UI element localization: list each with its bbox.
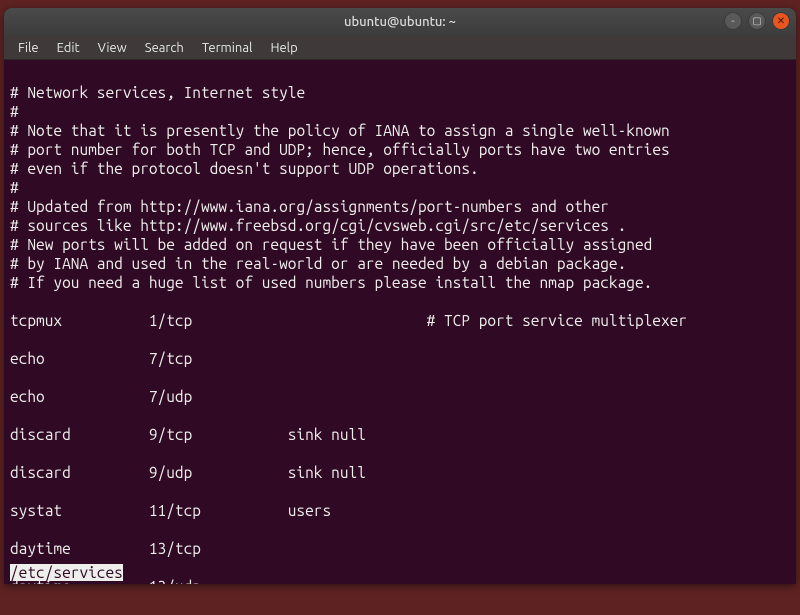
file-line: # Updated from http://www.iana.org/assig… [10,198,609,215]
service-comment: # TCP port service multiplexer [427,312,687,329]
service-row: tcpmux1/tcp # TCP port service multiplexe… [10,311,790,330]
status-filename: /etc/services [10,564,123,581]
menu-terminal[interactable]: Terminal [194,39,261,57]
pager-status: /etc/services [4,563,123,582]
service-port: 7/tcp [149,349,288,368]
file-line: # Network services, Internet style [10,84,305,101]
service-name: systat [10,501,149,520]
menu-edit[interactable]: Edit [49,39,88,57]
service-row: echo7/tcp [10,349,790,368]
maximize-button[interactable]: ▢ [748,12,766,30]
service-row: systat11/tcpusers [10,501,790,520]
service-port: 9/tcp [149,425,288,444]
service-row: echo7/udp [10,387,790,406]
close-icon: ✕ [777,15,785,27]
file-line: # New ports will be added on request if … [10,236,652,253]
file-line: # by IANA and used in the real-world or … [10,255,626,272]
menubar: File Edit View Search Terminal Help [4,36,796,60]
minimize-button[interactable]: ‐ [724,12,742,30]
service-alias: sink null [288,425,427,444]
file-line: # even if the protocol doesn't support U… [10,160,479,177]
menu-search[interactable]: Search [137,39,192,57]
service-port: 11/tcp [149,501,288,520]
file-line: # port number for both TCP and UDP; henc… [10,141,670,158]
file-line: # Note that it is presently the policy o… [10,122,670,139]
file-line: # [10,103,19,120]
maximize-icon: ▢ [752,15,761,27]
menu-help[interactable]: Help [262,39,305,57]
service-alias: users [288,501,427,520]
service-port: 13/tcp [149,539,288,558]
service-port: 9/udp [149,463,288,482]
service-name: daytime [10,539,149,558]
file-line: # sources like http://www.freebsd.org/cg… [10,217,626,234]
menu-file[interactable]: File [10,39,47,57]
titlebar[interactable]: ubuntu@ubuntu: ~ ‐ ▢ ✕ [4,8,796,36]
service-name: tcpmux [10,311,149,330]
service-name: discard [10,425,149,444]
terminal-window: ubuntu@ubuntu: ~ ‐ ▢ ✕ File Edit View Se… [4,8,796,584]
service-row: discard9/udpsink null [10,463,790,482]
menu-view[interactable]: View [90,39,135,57]
minimize-icon: ‐ [731,15,735,27]
window-controls: ‐ ▢ ✕ [724,12,790,30]
service-port: 1/tcp [149,311,288,330]
service-row: daytime13/udp [10,577,790,584]
service-name: discard [10,463,149,482]
file-line: # If you need a huge list of used number… [10,274,652,291]
window-title: ubuntu@ubuntu: ~ [344,15,456,29]
file-line: # [10,179,19,196]
close-button[interactable]: ✕ [772,12,790,30]
terminal-area[interactable]: # Network services, Internet style # # N… [4,60,796,584]
service-name: echo [10,349,149,368]
service-row: discard9/tcpsink null [10,425,790,444]
service-port: 13/udp [149,577,288,584]
service-row: daytime13/tcp [10,539,790,558]
service-name: echo [10,387,149,406]
service-port: 7/udp [149,387,288,406]
service-alias: sink null [288,463,427,482]
